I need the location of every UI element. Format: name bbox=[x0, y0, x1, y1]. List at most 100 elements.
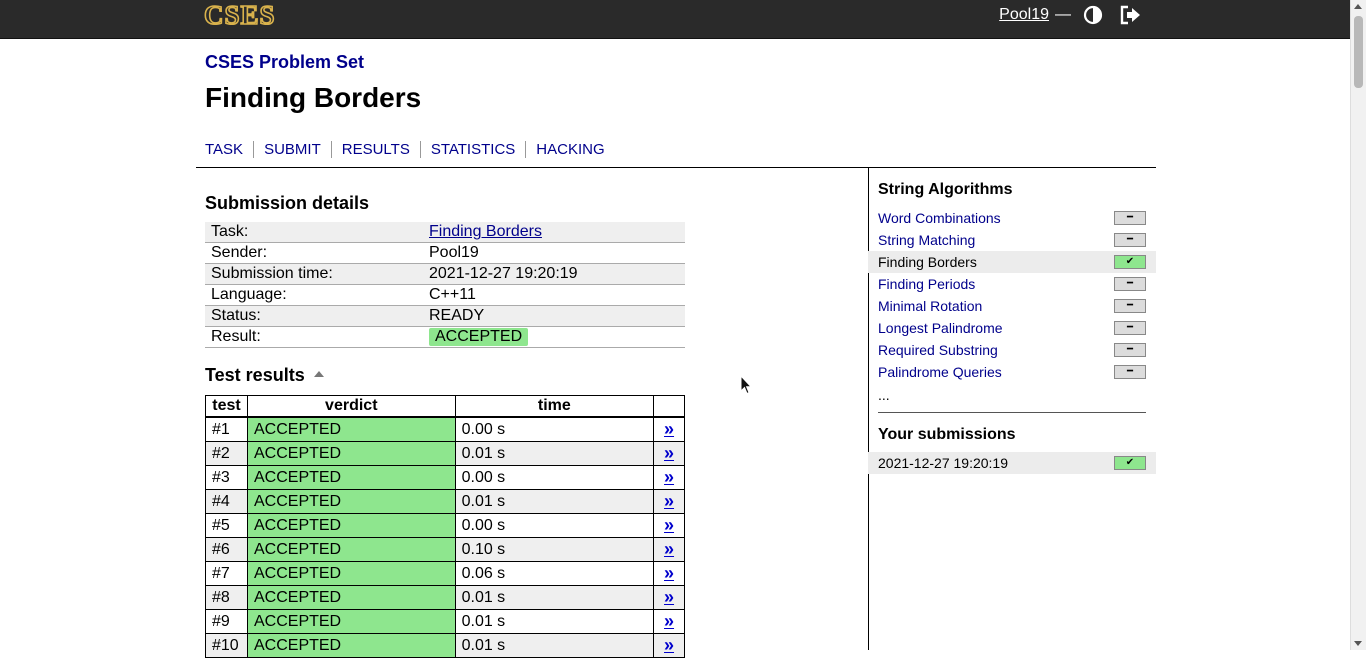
sidebar-section-title: String Algorithms bbox=[878, 181, 1013, 198]
view-test-link[interactable]: » bbox=[664, 587, 674, 607]
view-test-link[interactable]: » bbox=[664, 563, 674, 583]
page-scrollbar[interactable] bbox=[1350, 0, 1366, 650]
status-solved-check-icon: ✔ bbox=[1114, 456, 1146, 470]
test-verdict: ACCEPTED bbox=[246, 609, 456, 634]
list-item[interactable]: Palindrome Queries ━ bbox=[868, 361, 1156, 383]
problem-list: Word Combinations ━ String Matching ━ Fi… bbox=[868, 207, 1156, 383]
list-item-current: Finding Borders ✔ bbox=[868, 251, 1156, 273]
your-submissions-title: Your submissions bbox=[878, 426, 1016, 443]
table-row: #10 ACCEPTED 0.01 s » bbox=[205, 633, 685, 658]
username-link[interactable]: Pool19 bbox=[999, 6, 1049, 24]
details-label: Result: bbox=[205, 326, 423, 348]
test-verdict: ACCEPTED bbox=[246, 513, 456, 538]
view-test-link[interactable]: » bbox=[664, 635, 674, 655]
problem-link[interactable]: Palindrome Queries bbox=[878, 364, 1002, 380]
test-time: 0.00 s bbox=[454, 513, 655, 538]
list-item[interactable]: Longest Palindrome ━ bbox=[868, 317, 1156, 339]
cses-logo[interactable]: CSES bbox=[203, 1, 276, 30]
table-row: #3 ACCEPTED 0.00 s » bbox=[205, 465, 685, 490]
status-solved-check-icon: ✔ bbox=[1114, 255, 1146, 269]
test-view-cell: » bbox=[653, 465, 685, 490]
test-number: #7 bbox=[205, 561, 248, 586]
status-unsolved-icon: ━ bbox=[1114, 321, 1146, 335]
table-row: #2 ACCEPTED 0.01 s » bbox=[205, 441, 685, 466]
test-time: 0.00 s bbox=[454, 465, 655, 490]
top-header-bar: CSES Pool19 — bbox=[0, 0, 1351, 39]
view-test-link[interactable]: » bbox=[664, 419, 674, 439]
test-view-cell: » bbox=[653, 416, 685, 442]
problem-link[interactable]: Minimal Rotation bbox=[878, 298, 982, 314]
problem-link[interactable]: Finding Periods bbox=[878, 276, 975, 292]
column-header-view bbox=[653, 395, 685, 418]
scroll-down-arrow-icon[interactable] bbox=[1354, 641, 1362, 646]
test-results-table: test verdict time #1 ACCEPTED 0.00 s » #… bbox=[205, 395, 685, 658]
column-header-verdict: verdict bbox=[246, 395, 456, 418]
submission-details-table: Task: Finding Borders Sender: Pool19 Sub… bbox=[205, 222, 685, 348]
user-separator: — bbox=[1055, 6, 1071, 23]
view-test-link[interactable]: » bbox=[664, 515, 674, 535]
test-time: 0.01 s bbox=[454, 633, 655, 658]
list-item[interactable]: String Matching ━ bbox=[868, 229, 1156, 251]
details-label: Sender: bbox=[205, 242, 423, 264]
view-test-link[interactable]: » bbox=[664, 491, 674, 511]
content-divider bbox=[196, 167, 1156, 168]
view-test-link[interactable]: » bbox=[664, 467, 674, 487]
tab-submit[interactable]: SUBMIT bbox=[253, 141, 331, 158]
test-results-heading[interactable]: Test results bbox=[205, 365, 325, 386]
task-nav: TASK SUBMIT RESULTS STATISTICS HACKING bbox=[205, 141, 615, 158]
test-number: #5 bbox=[205, 513, 248, 538]
table-row: #1 ACCEPTED 0.00 s » bbox=[205, 416, 685, 442]
scroll-up-arrow-icon[interactable] bbox=[1354, 4, 1362, 9]
list-item[interactable]: Finding Periods ━ bbox=[868, 273, 1156, 295]
list-item[interactable]: Required Substring ━ bbox=[868, 339, 1156, 361]
test-verdict: ACCEPTED bbox=[246, 489, 456, 514]
logout-icon[interactable] bbox=[1119, 5, 1141, 25]
test-number: #10 bbox=[205, 633, 248, 658]
test-view-cell: » bbox=[653, 609, 685, 634]
tab-hacking[interactable]: HACKING bbox=[525, 141, 614, 158]
task-link[interactable]: Finding Borders bbox=[429, 223, 542, 240]
submission-details-heading: Submission details bbox=[205, 193, 370, 213]
details-value: ACCEPTED bbox=[423, 326, 685, 348]
mouse-cursor-icon bbox=[740, 375, 752, 395]
tab-statistics[interactable]: STATISTICS bbox=[419, 141, 525, 158]
test-number: #1 bbox=[205, 416, 248, 442]
details-row-task: Task: Finding Borders bbox=[205, 222, 685, 243]
problem-link[interactable]: Required Substring bbox=[878, 342, 998, 358]
test-time: 0.01 s bbox=[454, 609, 655, 634]
details-row-status: Status: READY bbox=[205, 305, 685, 327]
problem-link[interactable]: Word Combinations bbox=[878, 210, 1001, 226]
view-test-link[interactable]: » bbox=[664, 443, 674, 463]
problemset-link[interactable]: CSES Problem Set bbox=[205, 52, 364, 73]
details-row-result: Result: ACCEPTED bbox=[205, 326, 685, 348]
contrast-toggle-icon[interactable] bbox=[1083, 5, 1103, 25]
test-number: #6 bbox=[205, 537, 248, 562]
details-row-time: Submission time: 2021-12-27 19:20:19 bbox=[205, 263, 685, 285]
test-view-cell: » bbox=[653, 537, 685, 562]
details-label: Task: bbox=[205, 222, 423, 243]
problem-link[interactable]: Longest Palindrome bbox=[878, 320, 1003, 336]
tab-task[interactable]: TASK bbox=[205, 141, 253, 158]
test-time: 0.10 s bbox=[454, 537, 655, 562]
view-test-link[interactable]: » bbox=[664, 611, 674, 631]
problem-link[interactable]: String Matching bbox=[878, 232, 975, 248]
user-area: Pool19 — bbox=[999, 4, 1141, 26]
scroll-thumb[interactable] bbox=[1354, 16, 1363, 88]
list-item[interactable]: Word Combinations ━ bbox=[868, 207, 1156, 229]
table-row: #6 ACCEPTED 0.10 s » bbox=[205, 537, 685, 562]
details-label: Language: bbox=[205, 284, 423, 306]
current-problem-label: Finding Borders bbox=[878, 254, 977, 270]
details-row-sender: Sender: Pool19 bbox=[205, 242, 685, 264]
details-value: C++11 bbox=[423, 284, 685, 306]
test-number: #4 bbox=[205, 489, 248, 514]
tab-results[interactable]: RESULTS bbox=[330, 141, 420, 158]
submission-time: 2021-12-27 19:20:19 bbox=[878, 455, 1008, 471]
column-header-test: test bbox=[205, 395, 248, 418]
test-verdict: ACCEPTED bbox=[246, 416, 456, 442]
collapse-triangle-icon[interactable] bbox=[313, 369, 325, 379]
status-unsolved-icon: ━ bbox=[1114, 365, 1146, 379]
test-time: 0.01 s bbox=[454, 441, 655, 466]
view-test-link[interactable]: » bbox=[664, 539, 674, 559]
list-item[interactable]: Minimal Rotation ━ bbox=[868, 295, 1156, 317]
details-value: Pool19 bbox=[423, 242, 685, 264]
